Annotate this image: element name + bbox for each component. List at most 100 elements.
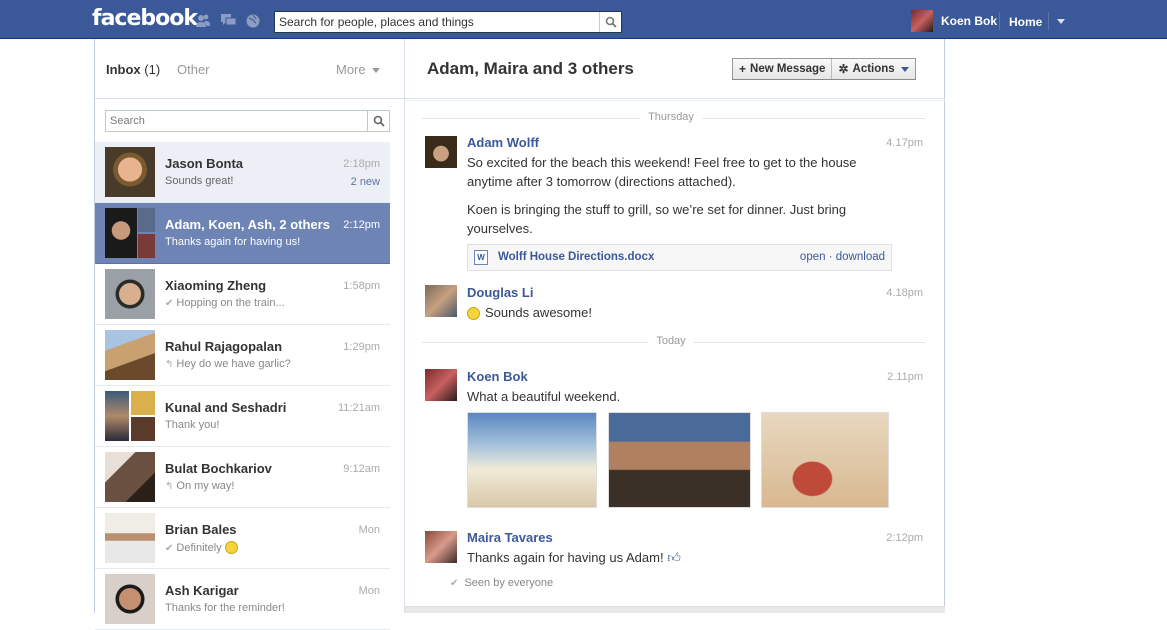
thread-name: Ash Karigar <box>165 583 239 598</box>
search-icon[interactable] <box>599 12 621 32</box>
thread-snippet: ✔ Hopping on the train... <box>165 297 285 309</box>
thread-name: Adam, Koen, Ash, 2 others <box>165 217 330 232</box>
avatar <box>105 574 155 624</box>
avatar <box>911 10 933 32</box>
sunglasses-emoji-icon <box>467 307 480 320</box>
tab-other[interactable]: Other <box>177 62 210 77</box>
tab-inbox[interactable]: Inbox (1) <box>106 62 160 77</box>
day-label: Today <box>648 335 694 347</box>
thread-snippet: Sounds great! <box>165 175 234 187</box>
sender-name[interactable]: Douglas Li <box>467 285 533 300</box>
search-icon[interactable] <box>367 111 389 131</box>
download-link[interactable]: download <box>836 251 885 263</box>
open-link[interactable]: open <box>800 251 826 263</box>
thumbs-up-icon: 👍︎ <box>667 550 681 565</box>
day-label: Thursday <box>640 111 702 123</box>
thread-snippet: Thanks again for having us! <box>165 236 301 248</box>
notifications-globe-icon[interactable] <box>246 14 260 28</box>
unread-badge: 2 new <box>350 176 380 188</box>
thread-item[interactable]: Adam, Koen, Ash, 2 others Thanks again f… <box>95 203 390 264</box>
conversation-header: Adam, Maira and 3 others + New Message ✲ A… <box>405 39 945 99</box>
avatar[interactable] <box>425 285 457 317</box>
photo-thumbnail[interactable] <box>467 412 597 508</box>
avatar[interactable] <box>425 136 457 168</box>
chevron-down-icon[interactable] <box>1057 19 1065 24</box>
avatar <box>105 513 155 563</box>
seen-text: Seen by everyone <box>464 577 554 589</box>
thread-time: 1:29pm <box>343 341 380 353</box>
thread-time: 2:12pm <box>343 219 380 231</box>
message-text: Koen is bringing the stuff to grill, so … <box>467 202 847 236</box>
attachment-links: open · download <box>800 251 885 263</box>
message-body: Sounds awesome! <box>485 305 592 320</box>
thread-name: Jason Bonta <box>165 156 244 171</box>
message-text: Sounds awesome! <box>467 303 887 322</box>
snippet-text: On my way! <box>176 480 235 492</box>
tab-inbox-label: Inbox <box>106 62 141 77</box>
thread-item[interactable]: Kunal and Seshadri Thank you! 11:21am <box>95 386 390 447</box>
avatar <box>105 330 155 380</box>
profile-link[interactable]: Koen Bok <box>911 10 997 32</box>
sender-name[interactable]: Adam Wolff <box>467 135 539 150</box>
avatar <box>138 234 155 258</box>
message-time: 4.18pm <box>886 287 923 299</box>
inbox-count: (1) <box>144 62 161 77</box>
nav-divider <box>1048 12 1049 30</box>
thread-item[interactable]: Xiaoming Zheng ✔ Hopping on the train... … <box>95 264 390 325</box>
photo-thumbnail[interactable] <box>608 412 751 508</box>
sender-name[interactable]: Koen Bok <box>467 369 528 384</box>
thread-item[interactable]: Brian Bales ✔ Definitely Mon <box>95 508 390 569</box>
facebook-logo[interactable]: facebook <box>92 6 198 31</box>
thread-list-header: Inbox (1) Other More <box>95 39 404 99</box>
avatar[interactable] <box>425 369 457 401</box>
friends-icon[interactable] <box>196 14 210 27</box>
user-name: Koen Bok <box>941 14 998 28</box>
thread-item[interactable]: Bulat Bochkariov ↰ On my way! 9:12am <box>95 447 390 508</box>
new-message-button[interactable]: + New Message <box>733 59 831 79</box>
avatar <box>105 269 155 319</box>
avatar <box>105 208 155 258</box>
thread-search-input[interactable] <box>106 111 366 131</box>
thread-time: Mon <box>358 524 380 536</box>
thread-item[interactable]: Ash Karigar Thanks for the reminder! Mon <box>95 569 390 630</box>
message-text: So excited for the beach this weekend! F… <box>467 155 857 189</box>
photo-thumbnail[interactable] <box>761 412 889 508</box>
top-navigation-bar: facebook Koen Bok Home <box>0 0 1167 39</box>
check-icon: ✔ <box>165 298 174 309</box>
attachment-filename[interactable]: Wolff House Directions.docx <box>498 251 654 263</box>
thread-time: 11:21am <box>338 402 380 414</box>
home-link[interactable]: Home <box>1009 15 1042 29</box>
avatar <box>131 417 155 441</box>
more-label: More <box>336 62 366 77</box>
attachment: W Wolff House Directions.docx open · dow… <box>467 244 892 271</box>
thread-time: Mon <box>358 585 380 597</box>
message-time: 2.11pm <box>887 371 923 383</box>
avatar[interactable] <box>425 531 457 563</box>
new-message-label: New Message <box>750 63 826 75</box>
chevron-down-icon <box>900 66 909 72</box>
thread-item[interactable]: Jason Bonta Sounds great! 2:18pm 2 new <box>95 142 390 203</box>
thread-name: Brian Bales <box>165 522 237 537</box>
thread-name: Kunal and Seshadri <box>165 400 287 415</box>
thread-search-box <box>105 110 390 132</box>
more-menu[interactable]: More <box>336 62 380 77</box>
avatar <box>105 452 155 502</box>
chevron-down-icon <box>371 68 380 74</box>
actions-label: Actions <box>852 63 895 75</box>
global-search-input[interactable] <box>275 12 595 32</box>
check-icon: ✔ <box>165 543 174 554</box>
thread-snippet: ↰ Hey do we have garlic? <box>165 358 291 370</box>
check-icon: ✔ <box>450 578 459 589</box>
nav-divider <box>999 12 1000 30</box>
thread-name: Rahul Rajagopalan <box>165 339 283 354</box>
message-list: Thursday Adam Wolff 4.17pm So excited fo… <box>405 100 945 613</box>
messages-icon[interactable] <box>221 14 237 27</box>
reply-icon: ↰ <box>165 481 174 492</box>
plus-icon: + <box>739 62 747 76</box>
word-document-icon: W <box>474 250 488 265</box>
actions-button[interactable]: ✲ Actions <box>831 59 914 79</box>
sender-name[interactable]: Maira Tavares <box>467 530 553 545</box>
thread-item[interactable]: Rahul Rajagopalan ↰ Hey do we have garlic… <box>95 325 390 386</box>
thread-name: Bulat Bochkariov <box>165 461 272 476</box>
composer-edge <box>405 606 945 613</box>
